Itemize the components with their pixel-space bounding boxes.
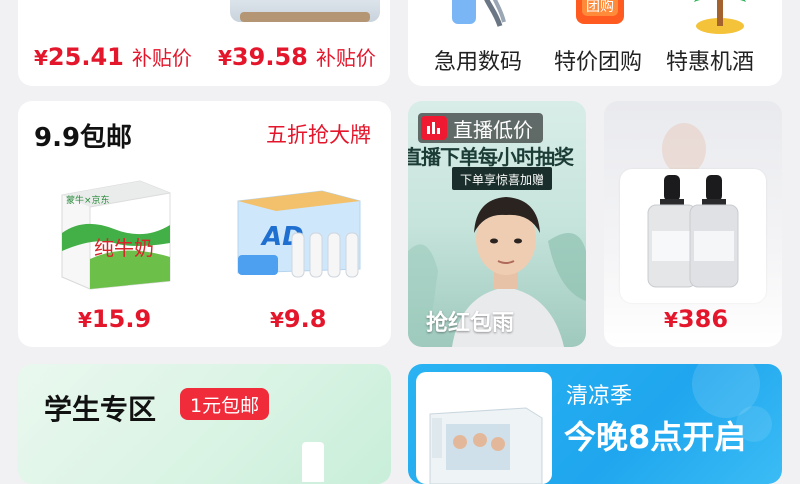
svg-text:纯牛奶: 纯牛奶 xyxy=(94,236,154,260)
subsidy-tag: 补贴价 xyxy=(131,46,192,70)
ad-drink-image: AD xyxy=(237,190,361,278)
summer-card[interactable]: 清凉季 今晚8点开启 xyxy=(408,364,782,484)
serum-price: ¥386 xyxy=(664,305,729,333)
ad-drink-price: ¥9.8 xyxy=(270,305,327,333)
live-badge-label: 直播低价 xyxy=(453,117,533,142)
student-card[interactable]: 学生专区 1元包邮 xyxy=(18,364,391,484)
product-milk[interactable]: 纯牛奶 蒙牛×京东 xyxy=(54,173,174,291)
summer-title: 清凉季 xyxy=(566,384,633,409)
serum-product-image xyxy=(620,169,766,303)
baoyou-link[interactable]: 五折抢大牌 xyxy=(266,119,371,149)
phone-cable-icon xyxy=(452,0,506,27)
live-card[interactable]: 直播低价 直播下单每小时抽奖 下单享惊喜加赠 抢红包雨 xyxy=(408,101,586,347)
subsidy-price-2[interactable]: ¥39.58 补贴价 xyxy=(218,42,376,71)
student-badge: 1元包邮 xyxy=(180,388,270,420)
category-label: 急用数码 xyxy=(433,50,522,75)
baoyou-card[interactable]: 9.9包邮 五折抢大牌 纯牛奶 蒙牛×京东 AD ¥15.9 ¥9.8 xyxy=(18,101,391,347)
live-badge: 直播低价 xyxy=(418,113,543,143)
product-ad-drink[interactable]: AD xyxy=(232,187,364,287)
summer-subtitle: 今晚8点开启 xyxy=(564,418,747,456)
summer-product-image xyxy=(416,372,552,484)
svg-text:团购: 团购 xyxy=(586,0,614,15)
student-product-glimpse xyxy=(302,442,324,482)
category-card: 急用数码 团购 特价团购 特惠机酒 xyxy=(408,0,782,86)
live-bars-icon xyxy=(421,116,447,140)
student-title: 学生专区 xyxy=(44,393,157,426)
subsidy-price-1[interactable]: ¥25.41 补贴价 xyxy=(34,42,192,71)
live-caption: 抢红包雨 xyxy=(426,311,515,336)
svg-text:蒙牛×京东: 蒙牛×京东 xyxy=(66,194,110,206)
subsidy-card[interactable]: ¥25.41 补贴价 ¥39.58 补贴价 xyxy=(18,0,390,86)
milk-box-image: 纯牛奶 蒙牛×京东 xyxy=(61,180,171,290)
mattress-edge xyxy=(240,12,370,22)
group-buy-icon: 团购 xyxy=(576,0,624,24)
baoyou-title: 9.9包邮 xyxy=(34,123,133,153)
live-banner: 直播下单每小时抽奖 xyxy=(408,145,574,169)
category-label: 特惠机酒 xyxy=(665,50,754,75)
milk-price: ¥15.9 xyxy=(78,305,152,333)
subsidy-tag: 补贴价 xyxy=(315,46,376,70)
palm-tree-icon xyxy=(694,0,746,34)
product-image-mattress[interactable] xyxy=(230,0,380,22)
serum-card[interactable]: ¥386 xyxy=(604,101,782,347)
